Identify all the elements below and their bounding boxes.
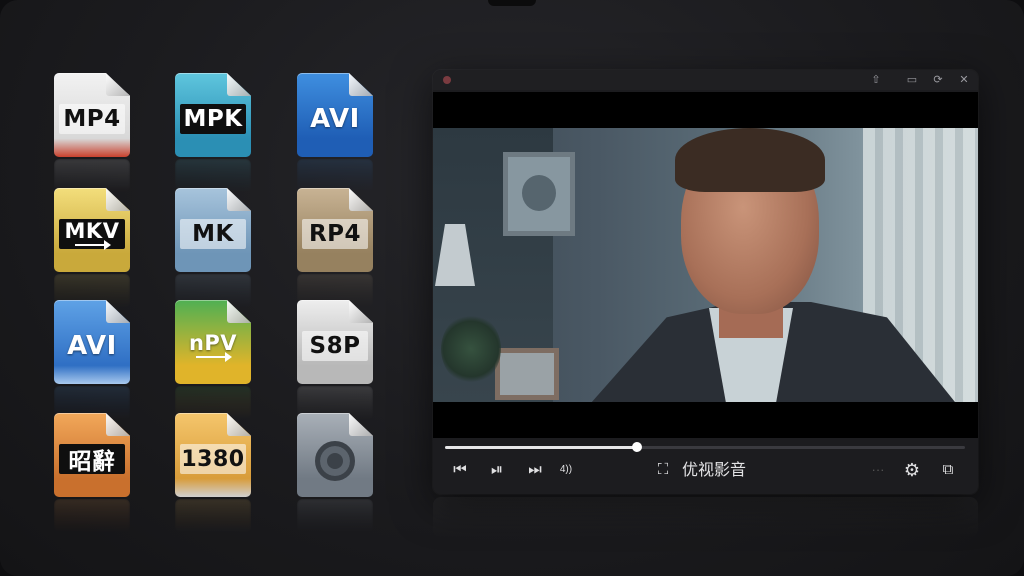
play-pause-button[interactable]: ⏯ — [487, 460, 507, 480]
video-player-window: ⇧ ▭ ⟳ ✕ ⏮ ⏯ ⏭ 4)) ⛶ 优视影音 ··· ⚙ ⧉ — [433, 70, 978, 494]
file-type-label: MKV — [59, 219, 125, 250]
npv-file-icon[interactable]: nPV — [175, 300, 251, 420]
page-fold — [106, 73, 130, 96]
mp4-file-icon[interactable]: MP4 — [54, 73, 130, 193]
file-type-label: MP4 — [59, 104, 125, 134]
file-type-label: nPV — [180, 331, 246, 362]
file-type-label: AVI — [67, 331, 117, 361]
avi-file-icon[interactable]: AVI — [54, 300, 130, 420]
expand-icon: ⛶ — [657, 461, 669, 478]
orange-file-icon[interactable]: 昭辭 — [54, 413, 130, 533]
file-type-label: AVI — [310, 104, 360, 134]
expand-button[interactable]: ⛶ — [653, 460, 673, 480]
play-pause-icon: ⏯ — [490, 461, 503, 478]
previous-icon: ⏮ — [453, 461, 467, 478]
pin-icon: ⇧ — [871, 74, 881, 86]
page-fold — [106, 188, 130, 211]
progress-fill — [445, 446, 638, 449]
file-type-label: MK — [180, 219, 246, 249]
more-icon: ··· — [871, 462, 885, 477]
fullscreen-button[interactable]: ⟳ — [931, 73, 945, 87]
fullscreen-icon: ⟳ — [933, 74, 943, 86]
progress-bar[interactable] — [445, 442, 965, 452]
next-icon: ⏭ — [528, 461, 542, 478]
pip-button[interactable]: ⧉ — [937, 460, 959, 480]
desktop-stage: MP4 MPK AVI MKV MK RP4 AVI nPV S8P 昭辭 1380 ⇧ ▭ ⟳ ✕ — [0, 0, 1024, 576]
page-fold — [227, 73, 251, 96]
icon-reflection — [175, 499, 251, 533]
progress-handle[interactable] — [632, 442, 643, 452]
page-fold — [227, 188, 251, 211]
1380-file-icon[interactable]: 1380 — [175, 413, 251, 533]
file-type-label: MPK — [180, 104, 246, 134]
icon-reflection — [297, 499, 373, 533]
video-area[interactable] — [433, 92, 978, 438]
volume-button[interactable]: 4)) — [556, 460, 576, 480]
file-type-label: RP4 — [302, 219, 368, 249]
settings-file-icon[interactable] — [297, 413, 373, 533]
close-icon: ✕ — [959, 74, 969, 86]
player-titlebar: ⇧ ▭ ⟳ ✕ — [433, 70, 978, 90]
avi-file-icon[interactable]: AVI — [297, 73, 373, 193]
camera-notch — [488, 0, 536, 6]
settings-button[interactable]: ⚙ — [901, 460, 923, 480]
window-dot — [443, 76, 451, 84]
close-button[interactable]: ✕ — [957, 73, 971, 87]
page-fold — [349, 73, 373, 96]
player-controls: ⏮ ⏯ ⏭ 4)) ⛶ 优视影音 ··· ⚙ ⧉ — [433, 438, 978, 494]
previous-button[interactable]: ⏮ — [451, 460, 469, 480]
player-title: 优视影音 — [682, 460, 747, 479]
rp4-file-icon[interactable]: RP4 — [297, 188, 373, 308]
arrow-icon — [196, 352, 232, 362]
icon-reflection — [54, 499, 130, 533]
more-button[interactable]: ··· — [867, 460, 889, 480]
next-button[interactable]: ⏭ — [525, 460, 545, 480]
settings-icon: ⚙ — [903, 460, 921, 480]
file-type-label: S8P — [302, 331, 368, 361]
mkv-file-icon[interactable]: MKV — [54, 188, 130, 308]
mk-file-icon[interactable]: MK — [175, 188, 251, 308]
s8p-file-icon[interactable]: S8P — [297, 300, 373, 420]
file-type-label: 昭辭 — [59, 444, 125, 475]
pin-button[interactable]: ⇧ — [869, 73, 883, 87]
settings-symbol-icon — [315, 441, 355, 481]
mpk-file-icon[interactable]: MPK — [175, 73, 251, 193]
pip-icon: ⧉ — [942, 461, 954, 478]
arrow-icon — [75, 240, 111, 250]
file-type-label: 1380 — [180, 444, 246, 474]
window-reflection — [433, 497, 978, 537]
page-fold — [349, 188, 373, 211]
volume-icon: 4)) — [559, 464, 573, 475]
minimize-icon: ▭ — [906, 74, 918, 86]
video-frame — [433, 128, 978, 402]
minimize-button[interactable]: ▭ — [905, 73, 919, 87]
